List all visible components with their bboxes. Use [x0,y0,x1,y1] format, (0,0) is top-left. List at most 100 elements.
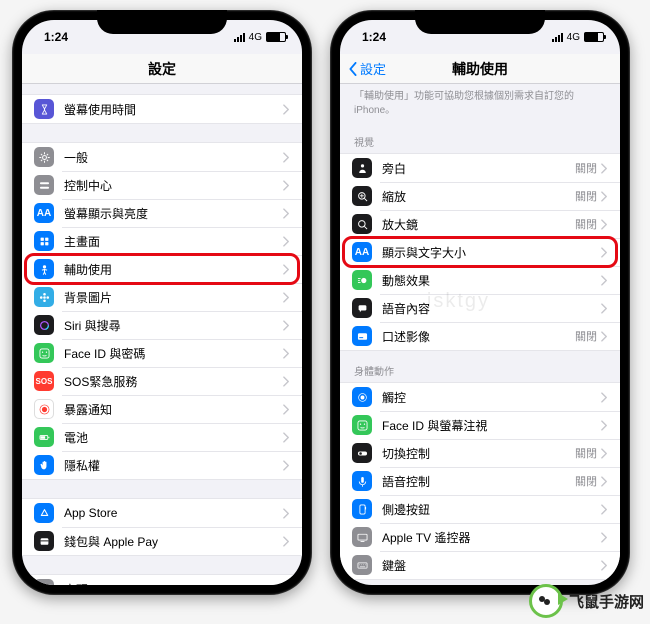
settings-row[interactable]: 輔助使用 [22,255,302,283]
key-icon [34,579,54,585]
signal-icon [552,33,563,42]
chevron-right-icon [601,476,608,487]
settings-row[interactable]: Face ID 與螢幕注視 [340,411,620,439]
phone-right: 1:24 4G 設定 輔助使用 「輔助使用」功能可協助您根據個別需求自訂您的 i… [330,10,630,595]
wallet-icon [34,531,54,551]
chevron-right-icon [283,264,290,275]
chevron-right-icon [283,236,290,247]
caption-icon [352,326,372,346]
motion-icon [352,270,372,290]
settings-group: 觸控Face ID 與螢幕注視切換控制關閉語音控制關閉側邊按鈕Apple TV … [340,382,620,580]
chevron-right-icon [283,292,290,303]
settings-row[interactable]: 放大鏡關閉 [340,210,620,238]
settings-row[interactable]: 密碼 [22,575,302,585]
switches-icon [34,175,54,195]
row-label: Face ID 與螢幕注視 [382,417,601,434]
settings-row[interactable]: 語音控制關閉 [340,467,620,495]
hourglass-icon [34,99,54,119]
back-button[interactable]: 設定 [348,59,386,78]
settings-list[interactable]: 螢幕使用時間一般控制中心AA螢幕顯示與亮度主畫面輔助使用背景圖片 Siri 與搜尋… [22,84,302,585]
zoom-icon [352,186,372,206]
settings-row[interactable]: 暴露通知 [22,395,302,423]
chevron-right-icon [601,247,608,258]
row-detail: 關閉 [575,216,597,232]
chevron-right-icon [601,448,608,459]
settings-row[interactable]: 鍵盤 [340,551,620,579]
navbar: 設定 [22,54,302,84]
settings-row[interactable]: 觸控 [340,383,620,411]
settings-row[interactable]: 口述影像關閉 [340,322,620,350]
status-time: 1:24 [44,30,68,44]
chevron-right-icon [283,432,290,443]
settings-row[interactable]: 一般 [22,143,302,171]
settings-row[interactable]: SOSSOS緊急服務 [22,367,302,395]
settings-row[interactable]: App Store [22,499,302,527]
settings-group: 一般控制中心AA螢幕顯示與亮度主畫面輔助使用背景圖片 Siri 與搜尋 Face I… [22,142,302,480]
row-label: Siri 與搜尋 [64,317,283,334]
row-label: SOS緊急服務 [64,373,283,390]
settings-row[interactable]: 主畫面 [22,227,302,255]
battery-icon [266,32,286,42]
row-label: 螢幕使用時間 [64,101,283,118]
row-label: 電池 [64,429,283,446]
header-note: 「輔助使用」功能可協助您根據個別需求自訂您的 iPhone。 [340,84,620,122]
voiceover-icon [352,158,372,178]
grid-icon [34,231,54,251]
switch-icon [352,443,372,463]
row-label: 口述影像 [382,328,575,345]
settings-row[interactable]: Siri 與搜尋 [22,311,302,339]
page-title: 設定 [148,59,176,79]
chevron-right-icon [283,584,290,586]
chevron-right-icon [283,536,290,547]
flower-icon [34,287,54,307]
accessibility-list[interactable]: 「輔助使用」功能可協助您根據個別需求自訂您的 iPhone。視覺旁白關閉縮放關閉… [340,84,620,585]
chevron-right-icon [283,376,290,387]
tv-icon [352,527,372,547]
notch [97,10,227,34]
chevron-right-icon [283,104,290,115]
row-label: 顯示與文字大小 [382,244,601,261]
loupe-icon [352,214,372,234]
appstore-icon [34,503,54,523]
brand-badge: 飞鼠手游网 [529,584,644,618]
chevron-left-icon [348,62,358,76]
row-label: 切換控制 [382,445,575,462]
row-label: 背景圖片 [64,289,283,306]
row-label: 主畫面 [64,233,283,250]
row-label: 放大鏡 [382,216,575,233]
row-detail: 關閉 [575,160,597,176]
settings-row[interactable]: AA螢幕顯示與亮度 [22,199,302,227]
settings-row[interactable]: 縮放關閉 [340,182,620,210]
siri-icon [34,315,54,335]
settings-row[interactable]: 動態效果 [340,266,620,294]
navbar: 設定 輔助使用 [340,54,620,84]
settings-row[interactable]: 切換控制關閉 [340,439,620,467]
battery-icon [584,32,604,42]
row-label: Apple TV 遙控器 [382,529,601,546]
chevron-right-icon [283,508,290,519]
settings-row[interactable]: 螢幕使用時間 [22,95,302,123]
settings-row[interactable]: 語音內容 [340,294,620,322]
settings-row[interactable]: Face ID 與密碼 [22,339,302,367]
gear-icon [34,147,54,167]
aa-icon: AA [352,242,372,262]
settings-row[interactable]: 背景圖片 [22,283,302,311]
chevron-right-icon [283,404,290,415]
settings-row[interactable]: 側邊按鈕 [340,495,620,523]
settings-row[interactable]: AA 顯示與文字大小 [340,238,620,266]
settings-group: 旁白關閉縮放關閉放大鏡關閉AA顯示與文字大小動態效果語音內容口述影像關閉 [340,153,620,351]
row-label: 隱私權 [64,457,283,474]
row-label: 動態效果 [382,272,601,289]
settings-row[interactable]: 隱私權 [22,451,302,479]
side-icon [352,499,372,519]
settings-row[interactable]: 控制中心 [22,171,302,199]
row-detail: 關閉 [575,445,597,461]
row-label: 縮放 [382,188,575,205]
settings-row[interactable]: Apple TV 遙控器 [340,523,620,551]
settings-row[interactable]: 電池 [22,423,302,451]
person-icon [34,259,54,279]
row-label: 觸控 [382,389,601,406]
touch-icon [352,387,372,407]
settings-row[interactable]: 旁白關閉 [340,154,620,182]
settings-row[interactable]: 錢包與 Apple Pay [22,527,302,555]
